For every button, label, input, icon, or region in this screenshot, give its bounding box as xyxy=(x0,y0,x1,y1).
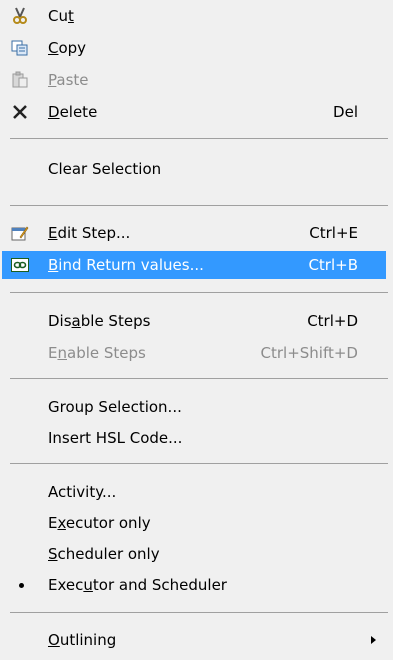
menu-item-label: Executor only xyxy=(48,514,151,532)
menu-item-shortcut: Ctrl+D xyxy=(307,312,358,330)
scissors-icon xyxy=(10,6,30,26)
menu-item-executor-and-scheduler[interactable]: Executor and Scheduler xyxy=(0,571,388,599)
menu-item-label: Activity... xyxy=(48,483,117,501)
menu-item-cut[interactable]: Cut xyxy=(0,2,388,30)
radio-bullet-icon xyxy=(19,583,24,588)
menu-separator xyxy=(10,463,388,464)
menu-item-copy[interactable]: Copy xyxy=(0,34,388,62)
menu-item-shortcut: Del xyxy=(333,103,358,121)
menu-separator xyxy=(10,205,388,206)
menu-item-label: Clear Selection xyxy=(48,160,162,178)
menu-item-label: Outlining xyxy=(48,631,117,649)
menu-item-shortcut: Ctrl+E xyxy=(309,224,358,242)
menu-item-bind-return-values[interactable]: Bind Return values... Ctrl+B xyxy=(2,251,386,279)
menu-item-shortcut: Ctrl+Shift+D xyxy=(260,344,358,362)
edit-step-icon xyxy=(10,223,30,243)
menu-item-label: Scheduler only xyxy=(48,545,160,563)
bind-link-icon xyxy=(10,255,30,275)
menu-item-label: Group Selection... xyxy=(48,398,182,416)
menu-item-paste[interactable]: Paste xyxy=(0,66,388,94)
menu-separator xyxy=(10,612,388,613)
menu-item-label: Enable Steps xyxy=(48,344,146,362)
menu-item-label: Disable Steps xyxy=(48,312,151,330)
menu-separator xyxy=(10,138,388,139)
menu-separator xyxy=(10,292,388,293)
menu-separator xyxy=(10,378,388,379)
context-menu: Cut Copy Paste Delete Del Clear Selectio… xyxy=(0,0,393,660)
copy-icon xyxy=(10,38,30,58)
menu-item-delete[interactable]: Delete Del xyxy=(0,98,388,126)
menu-item-enable-steps[interactable]: Enable Steps Ctrl+Shift+D xyxy=(0,339,388,367)
delete-x-icon xyxy=(10,102,30,122)
menu-item-label: Paste xyxy=(48,71,89,89)
menu-item-group-selection[interactable]: Group Selection... xyxy=(0,393,388,421)
submenu-arrow-icon xyxy=(371,636,376,644)
menu-item-activity[interactable]: Activity... xyxy=(0,478,388,506)
menu-item-clear-selection[interactable]: Clear Selection xyxy=(0,155,388,183)
menu-item-insert-hsl-code[interactable]: Insert HSL Code... xyxy=(0,424,388,452)
menu-item-label: Delete xyxy=(48,103,98,121)
menu-item-label: Cut xyxy=(48,7,74,25)
menu-item-shortcut: Ctrl+B xyxy=(308,256,358,274)
menu-item-label: Insert HSL Code... xyxy=(48,429,183,447)
menu-item-label: Copy xyxy=(48,39,87,57)
menu-item-label: Executor and Scheduler xyxy=(48,576,227,594)
menu-item-executor-only[interactable]: Executor only xyxy=(0,509,388,537)
menu-item-scheduler-only[interactable]: Scheduler only xyxy=(0,540,388,568)
menu-item-edit-step[interactable]: Edit Step... Ctrl+E xyxy=(0,219,388,247)
paste-icon xyxy=(10,70,30,90)
menu-item-label: Edit Step... xyxy=(48,224,131,242)
menu-item-disable-steps[interactable]: Disable Steps Ctrl+D xyxy=(0,307,388,335)
menu-item-label: Bind Return values... xyxy=(48,256,204,274)
menu-item-outlining[interactable]: Outlining xyxy=(0,626,388,654)
